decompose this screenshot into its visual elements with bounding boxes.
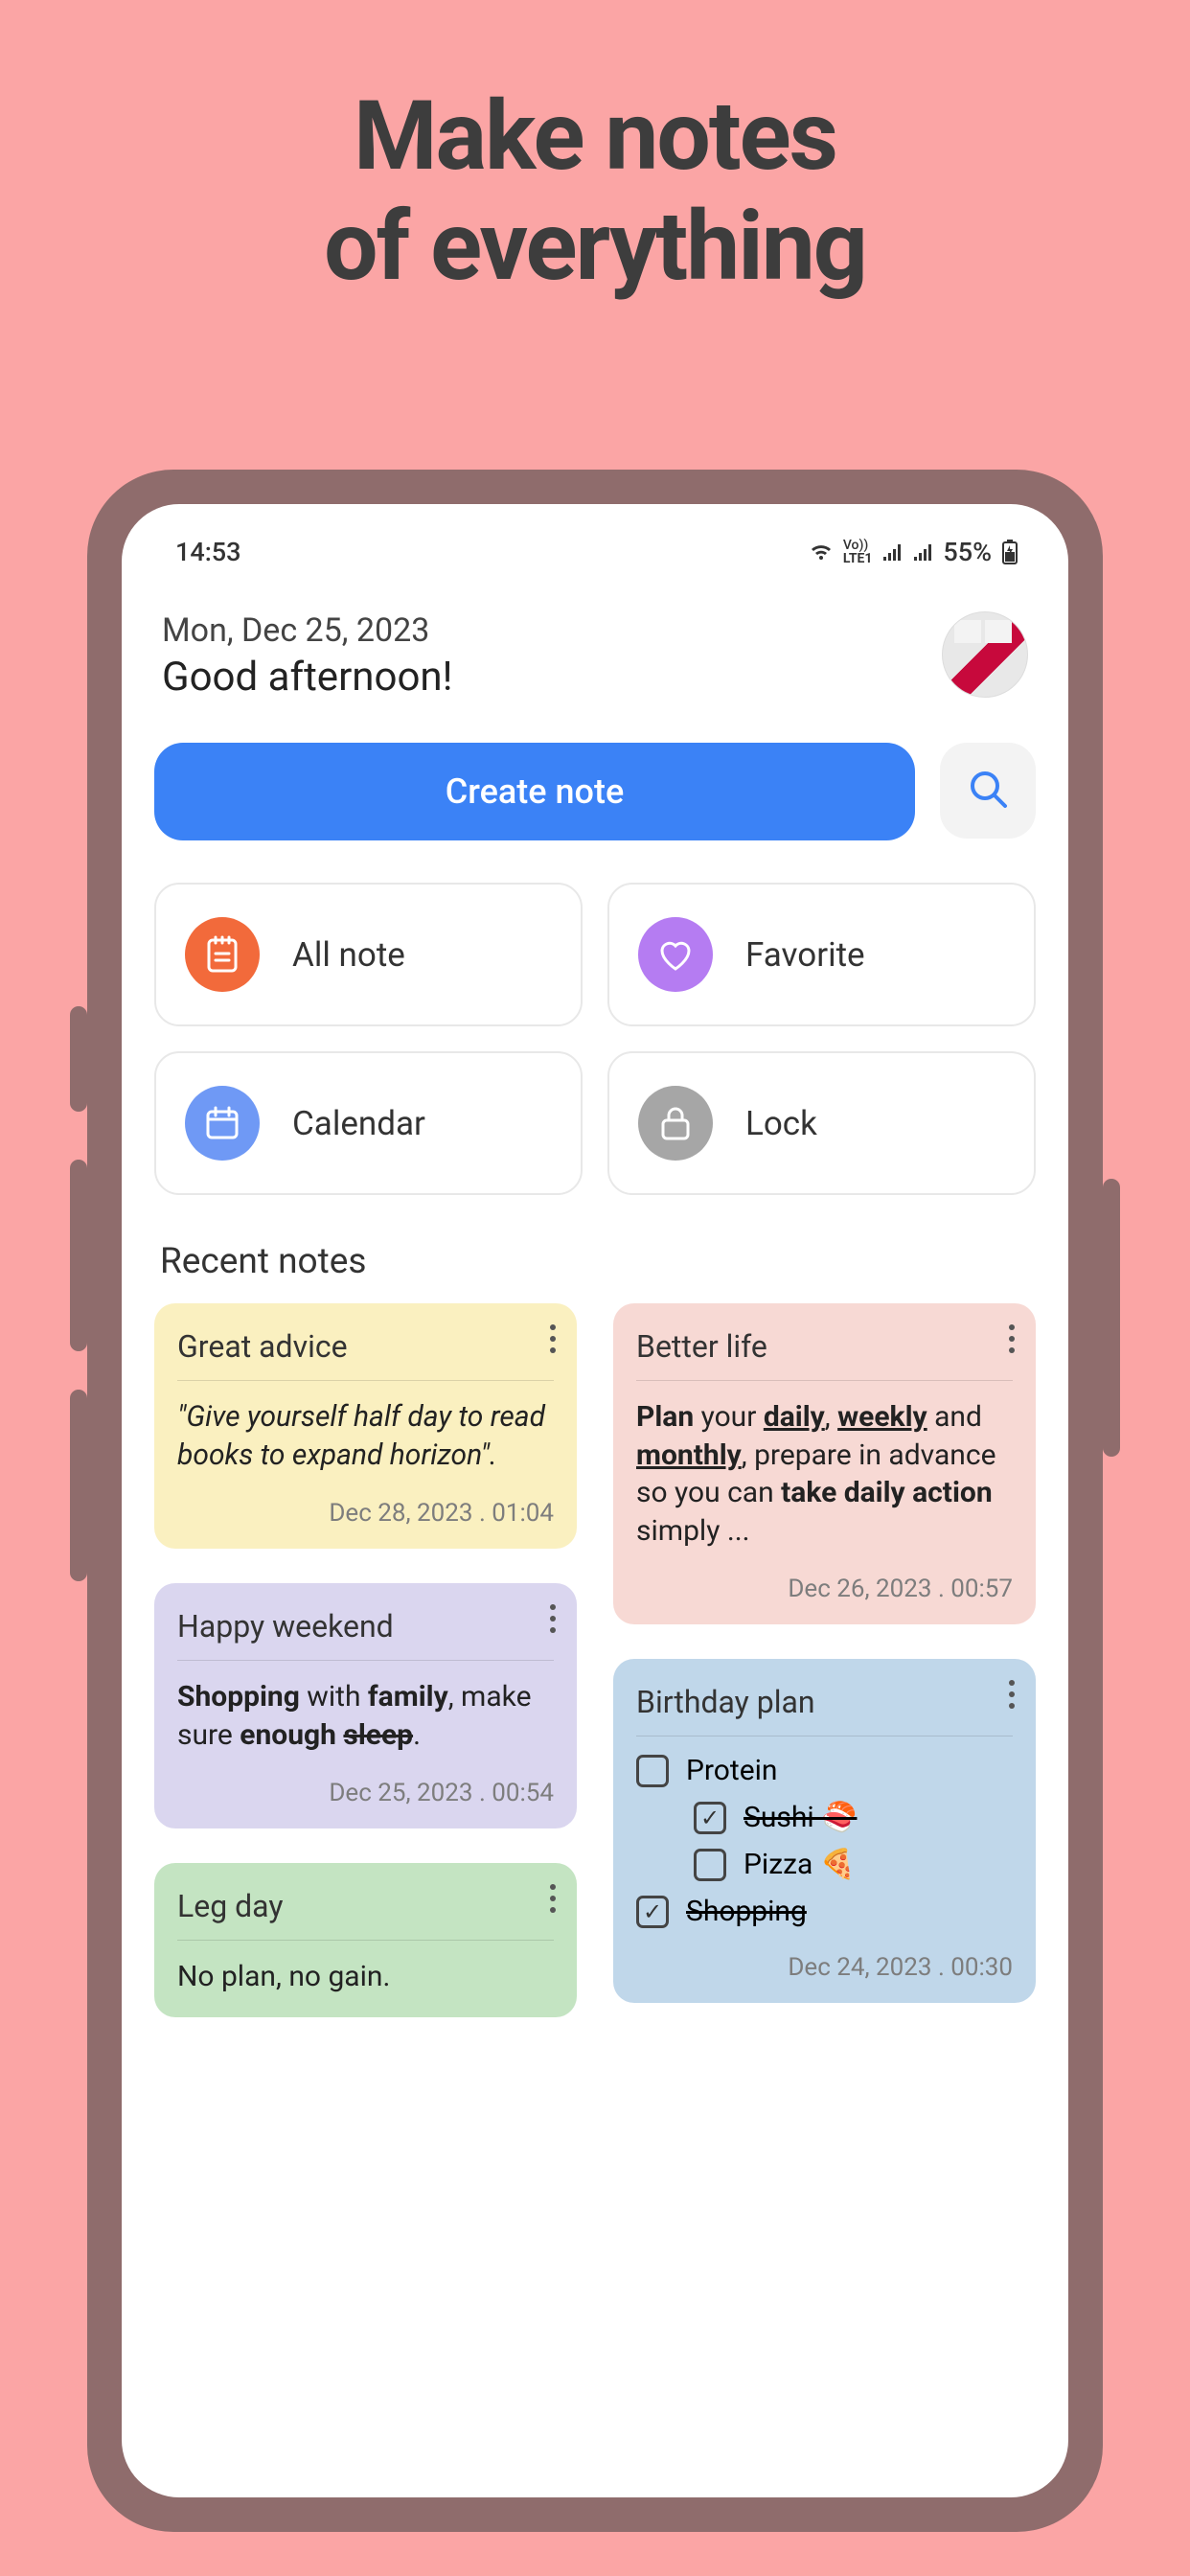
header-greeting: Good afternoon! xyxy=(162,654,452,701)
status-right: Vo))LTE1 55% xyxy=(809,537,1018,567)
note-menu-button[interactable] xyxy=(1009,1680,1015,1709)
note-date: Dec 25, 2023 . 00:54 xyxy=(177,1779,554,1807)
note-card-great-advice[interactable]: Great advice "Give yourself half day to … xyxy=(154,1303,577,1549)
checkbox-unchecked-icon[interactable] xyxy=(636,1755,669,1787)
status-bar: 14:53 Vo))LTE1 55% xyxy=(154,531,1036,586)
network-label: Vo))LTE1 xyxy=(843,539,873,565)
category-label: Lock xyxy=(745,1104,817,1143)
note-title: Leg day xyxy=(177,1888,554,1940)
note-card-happy-weekend[interactable]: Happy weekend Shopping with family, make… xyxy=(154,1583,577,1828)
note-menu-button[interactable] xyxy=(550,1604,556,1633)
phone-mockup: 14:53 Vo))LTE1 55% xyxy=(87,470,1103,2532)
note-menu-button[interactable] xyxy=(550,1884,556,1913)
checklist-item[interactable]: Protein xyxy=(636,1754,1013,1787)
note-body: No plan, no gain. xyxy=(177,1958,554,1996)
heart-icon xyxy=(638,917,713,992)
checkbox-unchecked-icon[interactable] xyxy=(694,1849,726,1881)
checkbox-checked-icon[interactable] xyxy=(694,1802,726,1834)
note-icon xyxy=(185,917,260,992)
note-body: Plan your daily, weekly and monthly, pre… xyxy=(636,1398,1013,1550)
category-favorite[interactable]: Favorite xyxy=(607,883,1036,1026)
note-card-better-life[interactable]: Better life Plan your daily, weekly and … xyxy=(613,1303,1036,1624)
search-button[interactable] xyxy=(940,743,1036,839)
note-card-leg-day[interactable]: Leg day No plan, no gain. xyxy=(154,1863,577,2017)
header-date: Mon, Dec 25, 2023 xyxy=(162,611,452,650)
category-lock[interactable]: Lock xyxy=(607,1051,1036,1195)
note-card-birthday-plan[interactable]: Birthday plan Protein Sushi 🍣 xyxy=(613,1659,1036,2003)
note-title: Better life xyxy=(636,1328,1013,1380)
category-label: Calendar xyxy=(292,1104,425,1143)
signal-icon-2 xyxy=(912,543,933,561)
note-title: Happy weekend xyxy=(177,1608,554,1660)
checklist-item[interactable]: Shopping xyxy=(636,1895,1013,1928)
note-menu-button[interactable] xyxy=(1009,1324,1015,1353)
category-calendar[interactable]: Calendar xyxy=(154,1051,583,1195)
lock-icon xyxy=(638,1086,713,1161)
search-icon xyxy=(966,767,1010,815)
category-all-note[interactable]: All note xyxy=(154,883,583,1026)
note-title: Birthday plan xyxy=(636,1684,1013,1736)
battery-icon xyxy=(1001,540,1018,564)
battery-text: 55% xyxy=(943,537,992,567)
avatar[interactable] xyxy=(942,611,1028,698)
category-label: Favorite xyxy=(745,935,865,975)
checklist-item[interactable]: Pizza 🍕 xyxy=(694,1848,1013,1881)
note-body: "Give yourself half day to read books to… xyxy=(177,1398,554,1474)
note-date: Dec 28, 2023 . 01:04 xyxy=(177,1499,554,1528)
hero-title: Make notes of everything xyxy=(0,0,1190,302)
note-title: Great advice xyxy=(177,1328,554,1380)
recent-notes-heading: Recent notes xyxy=(160,1241,1036,1282)
phone-screen: 14:53 Vo))LTE1 55% xyxy=(122,504,1068,2497)
checklist: Protein Sushi 🍣 Pizza 🍕 xyxy=(636,1754,1013,1928)
note-date: Dec 26, 2023 . 00:57 xyxy=(636,1575,1013,1603)
signal-icon-1 xyxy=(881,543,903,561)
checkbox-checked-icon[interactable] xyxy=(636,1896,669,1928)
create-note-button[interactable]: Create note xyxy=(154,743,915,840)
note-body: Shopping with family, make sure enough s… xyxy=(177,1678,554,1754)
note-menu-button[interactable] xyxy=(550,1324,556,1353)
wifi-icon xyxy=(809,542,834,562)
status-time: 14:53 xyxy=(175,537,241,567)
category-label: All note xyxy=(292,935,405,975)
calendar-icon xyxy=(185,1086,260,1161)
checklist-item[interactable]: Sushi 🍣 xyxy=(694,1801,1013,1834)
note-date: Dec 24, 2023 . 00:30 xyxy=(636,1953,1013,1982)
